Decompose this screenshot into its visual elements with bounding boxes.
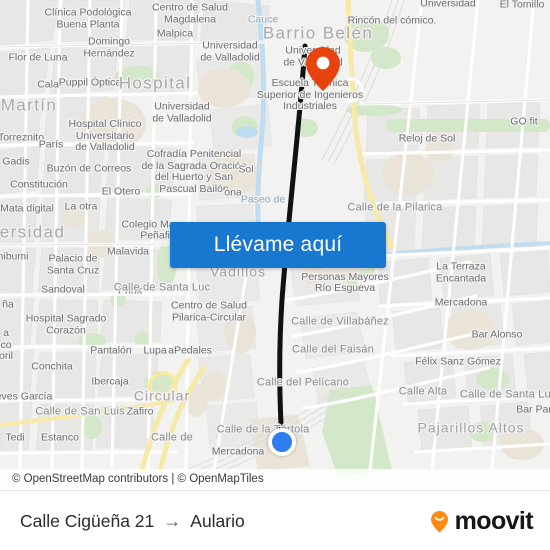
screenshot-root: Clínica Podológica Buena Planta Centro de… [0, 0, 550, 550]
route-summary: Calle Cigüeña 21 → Aulario [20, 491, 245, 550]
take-me-here-button[interactable]: Llévame aquí [170, 222, 386, 268]
moovit-pin-icon [430, 510, 448, 532]
map-canvas[interactable]: Clínica Podológica Buena Planta Centro de… [0, 0, 550, 490]
route-origin-label: Calle Cigüeña 21 [20, 510, 155, 531]
map-attribution: © OpenStreetMap contributors | © OpenMap… [0, 469, 550, 490]
route-destination-label: Aulario [190, 510, 245, 531]
origin-marker[interactable] [268, 428, 296, 456]
osm-attribution-link[interactable]: © OpenStreetMap contributors [12, 473, 168, 485]
footer-bar: Calle Cigüeña 21 → Aulario moovit [0, 490, 550, 550]
attribution-separator: | [171, 473, 175, 485]
openmaptiles-attribution-link[interactable]: © OpenMapTiles [178, 473, 264, 485]
moovit-logo[interactable]: moovit [427, 491, 534, 550]
moovit-wordmark: moovit [454, 506, 534, 535]
arrow-right-icon: → [163, 510, 182, 531]
map-pin-icon [306, 47, 340, 91]
